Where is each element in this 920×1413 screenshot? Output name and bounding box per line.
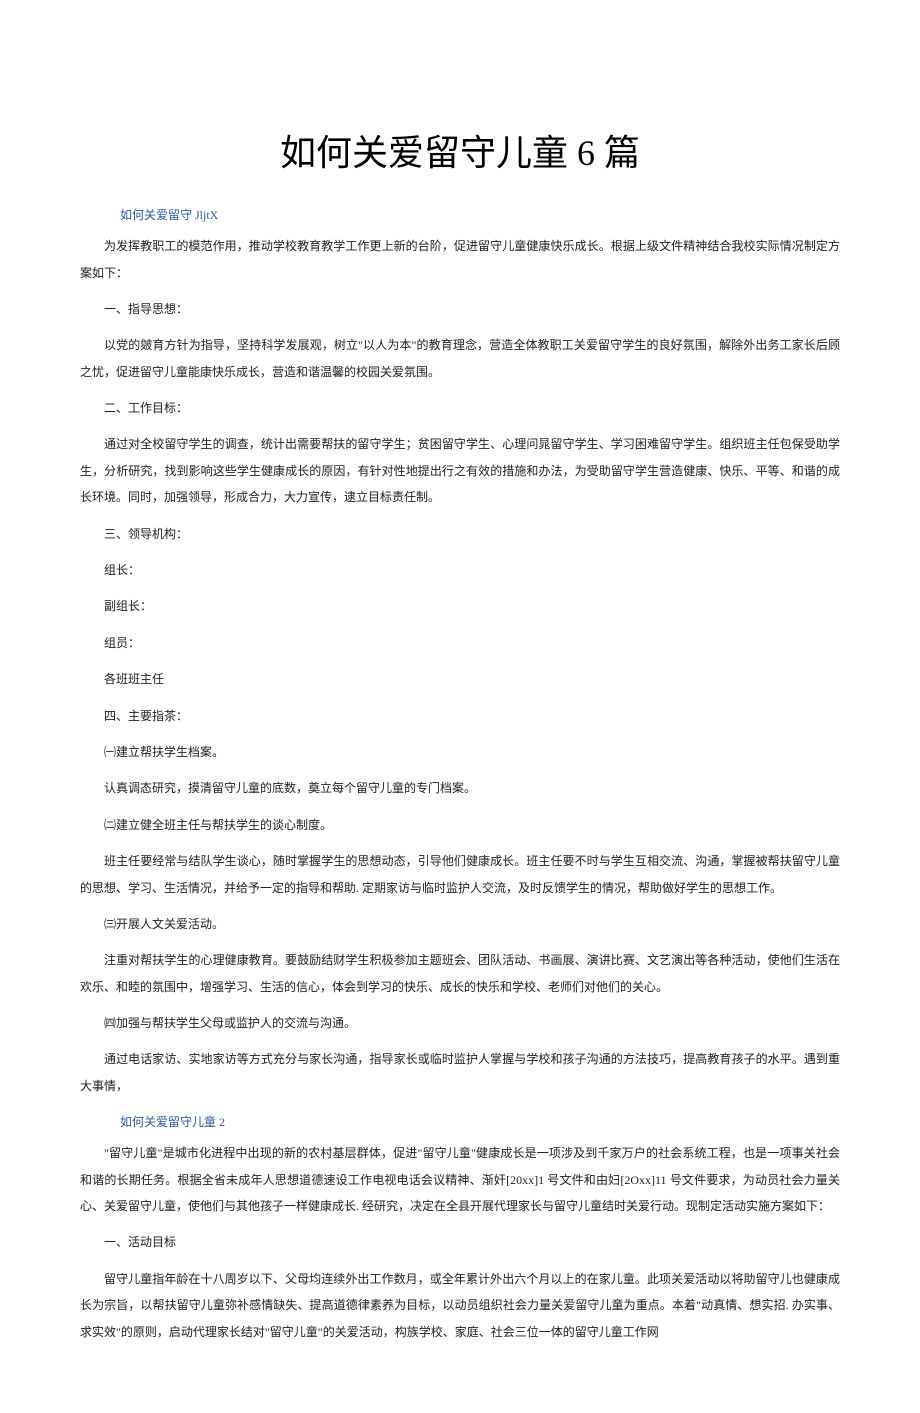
body-paragraph: ㈢开展人文关爱活动。 [80, 911, 840, 937]
document-page: 如何关爱留守儿童 6 篇 如何关爱留守 JljtX 为发挥教职工的模范作用，推动… [0, 0, 920, 1413]
body-paragraph: 通过电话家访、实地家访等方式充分与家长沟通，指导家长或临时监护人掌握与学校和孩子… [80, 1046, 840, 1099]
body-paragraph: 注重对帮扶学生的心理健康教育。要鼓励结财学生积极参加主题班会、团队活动、书画展、… [80, 947, 840, 1000]
body-paragraph: ㈡建立健全班主任与帮扶学生的谈心制度。 [80, 812, 840, 838]
body-paragraph: 通过对全校留守学生的调查，统计出需要帮扶的留守学生；贫困留守学生、心理问晁留守学… [80, 431, 840, 510]
body-paragraph: 班主任要经常与结队学生谈心，随时掌握学生的思想动态，引导他们健康成长。班主任要不… [80, 848, 840, 901]
body-paragraph: 二、工作目标： [80, 395, 840, 421]
body-paragraph: 为发挥教职工的模范作用，推动学校教育教学工作更上新的台阶，促进留守儿童健康快乐成… [80, 233, 840, 286]
page-title: 如何关爱留守儿童 6 篇 [80, 124, 840, 176]
body-paragraph: ㈠建立帮扶学生档案。 [80, 739, 840, 765]
body-paragraph: 三、领导机构： [80, 521, 840, 547]
section-1-heading: 如何关爱留守 JljtX [120, 206, 840, 223]
body-paragraph: 组长： [80, 557, 840, 583]
body-paragraph: ㈣加强与帮扶学生父母或监护人的交流与沟通。 [80, 1010, 840, 1036]
body-paragraph: 一、指导思想： [80, 296, 840, 322]
section-2-heading: 如何关爱留守儿童 2 [120, 1113, 840, 1130]
body-paragraph: 留守儿童指年龄在十八周岁以下、父母均连续外出工作数月，或全年累计外出六个月以上的… [80, 1266, 840, 1345]
body-paragraph: 一、活动目标 [80, 1229, 840, 1255]
body-paragraph: 各班班主任 [80, 666, 840, 692]
body-paragraph: 认真调态研究，摸清留守儿童的底数，奠立每个留守儿童的专门档案。 [80, 775, 840, 801]
body-paragraph: 四、主要指茶： [80, 703, 840, 729]
body-paragraph: "留守儿童"是城市化进程中出现的新的农村基层群体，促进"留守儿童"健康成长是一项… [80, 1140, 840, 1219]
body-paragraph: 副组长： [80, 593, 840, 619]
body-paragraph: 组员： [80, 630, 840, 656]
body-paragraph: 以党的皴育方针为指导，坚持科学发展观，树立"以人为本"的教育理念，营造全体教职工… [80, 332, 840, 385]
